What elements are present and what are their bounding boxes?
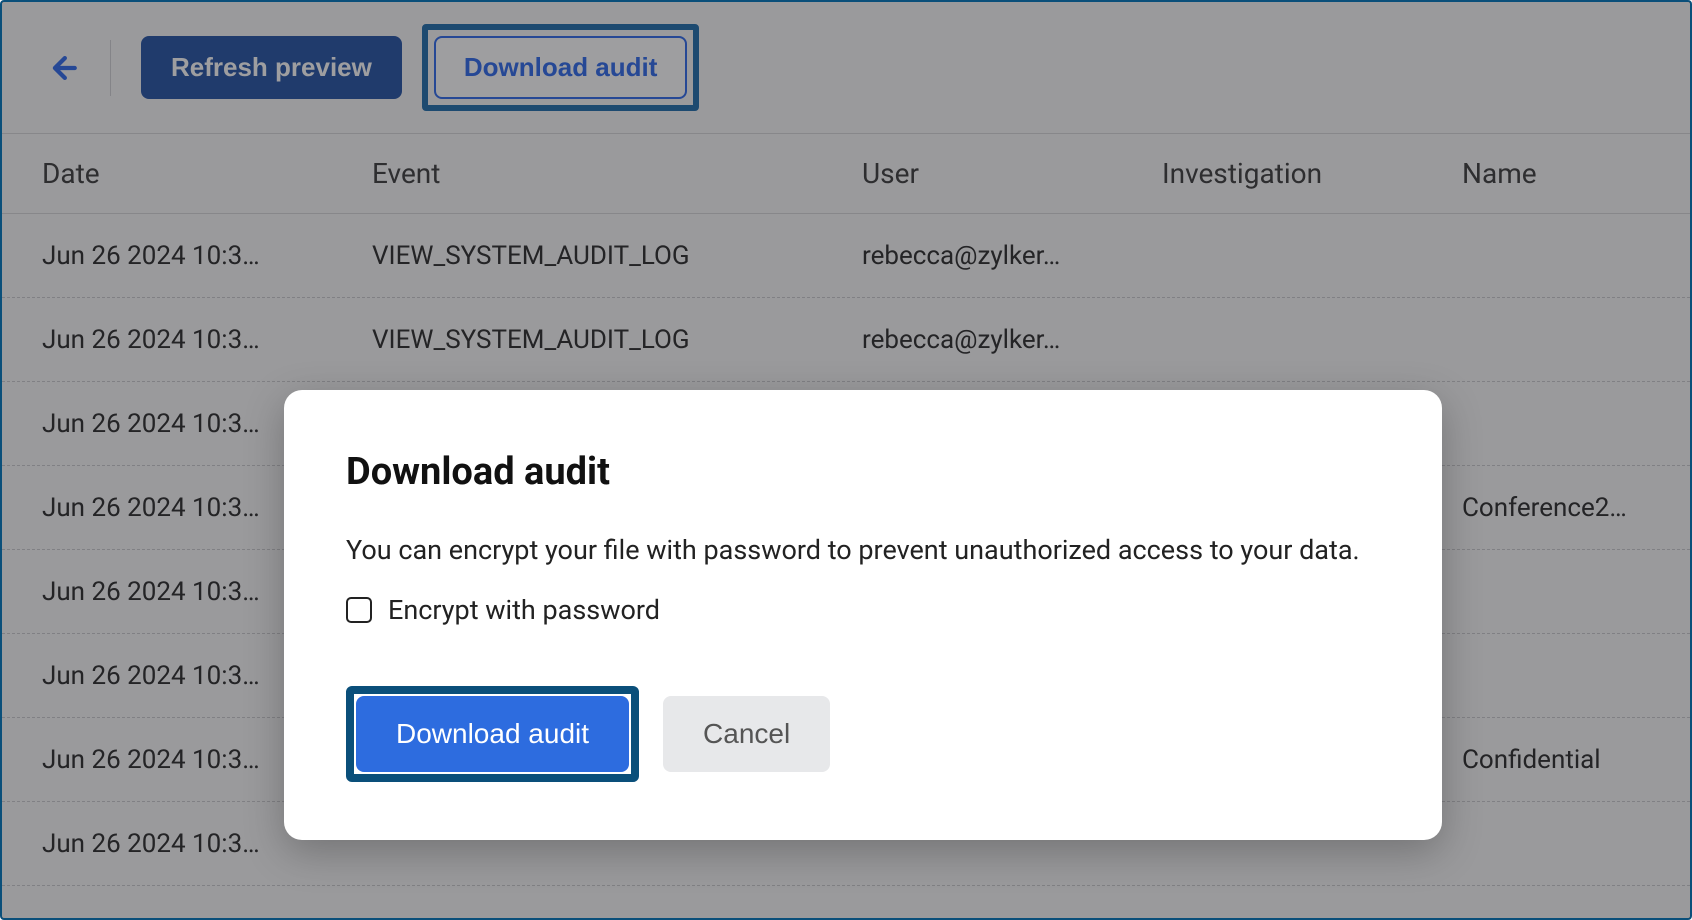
encrypt-label: Encrypt with password	[388, 594, 660, 626]
modal-download-button[interactable]: Download audit	[356, 696, 629, 772]
modal-actions: Download audit Cancel	[346, 686, 1380, 782]
download-audit-modal: Download audit You can encrypt your file…	[284, 390, 1442, 840]
modal-title: Download audit	[346, 450, 1380, 494]
encrypt-checkbox-row[interactable]: Encrypt with password	[346, 594, 1380, 626]
highlight-box: Download audit	[346, 686, 639, 782]
modal-cancel-button[interactable]: Cancel	[663, 696, 830, 772]
checkbox-icon[interactable]	[346, 597, 372, 623]
modal-description: You can encrypt your file with password …	[346, 532, 1380, 568]
